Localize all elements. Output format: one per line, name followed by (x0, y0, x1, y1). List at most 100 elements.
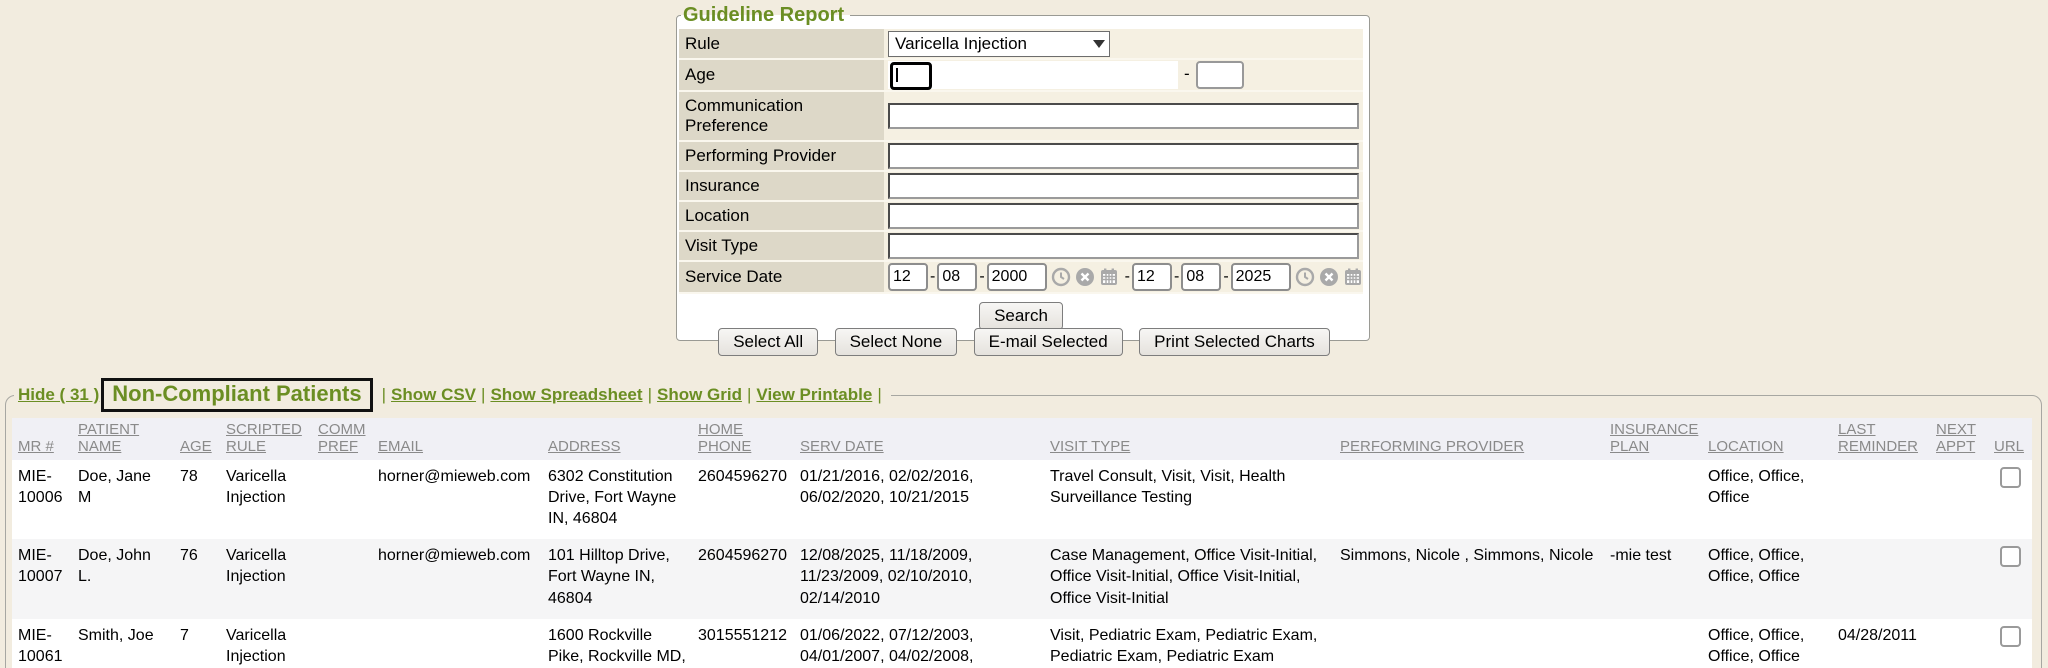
rule-select-value: Varicella Injection (895, 34, 1027, 54)
cell-reminder (1832, 460, 1930, 539)
column-header-comm-pref[interactable]: COMM PREF (312, 418, 372, 460)
column-header-serv-date[interactable]: SERV DATE (794, 418, 1044, 460)
row-select-checkbox[interactable] (2000, 546, 2021, 567)
cell-phone: 2604596270 (692, 460, 794, 539)
cell-location: Office, Office, Office, Office (1702, 539, 1832, 618)
service-date-to-year[interactable] (1231, 263, 1291, 291)
column-header-age[interactable]: AGE (174, 418, 220, 460)
column-header-location[interactable]: LOCATION (1702, 418, 1832, 460)
insurance-field[interactable] (888, 173, 1359, 199)
cell-insurance (1604, 460, 1702, 539)
location-field[interactable] (888, 203, 1359, 229)
select-none-button[interactable]: Select None (835, 328, 958, 356)
column-header-visit-type[interactable]: VISIT TYPE (1044, 418, 1334, 460)
column-header-patient-name[interactable]: PATIENT NAME (72, 418, 174, 460)
row-select-checkbox[interactable] (2000, 467, 2021, 488)
visit-type-label: Visit Type (679, 231, 884, 261)
view-printable-link[interactable]: View Printable (756, 385, 872, 405)
table-row: MIE-10007Doe, John L.76Varicella Injecti… (12, 539, 2032, 618)
column-header-last-reminder[interactable]: LAST REMINDER (1832, 418, 1930, 460)
cell-location: Office, Office, Office (1702, 460, 1832, 539)
show-grid-link[interactable]: Show Grid (657, 385, 742, 405)
calendar-icon[interactable] (1099, 267, 1119, 287)
section-legend: Hide ( 31 ) Non-Compliant Patients | Sho… (14, 378, 891, 412)
cell-name: Doe, John L. (72, 539, 174, 618)
date-separator: - (1223, 268, 1228, 285)
date-range-separator: - (1125, 268, 1130, 285)
non-compliant-patients-section: Hide ( 31 ) Non-Compliant Patients | Sho… (5, 378, 2042, 668)
cell-email (372, 619, 542, 668)
selection-actions: Select All Select None E-mail Selected P… (0, 328, 2048, 356)
calendar-icon[interactable] (1343, 267, 1363, 287)
cell-provider (1334, 460, 1604, 539)
cell-phone: 2604596270 (692, 539, 794, 618)
communication-preference-label: Communication Preference (679, 91, 884, 141)
age-label: Age (679, 59, 884, 91)
cell-email: horner@mieweb.com (372, 539, 542, 618)
cell-next (1930, 539, 1988, 618)
table-row: MIE-10061Smith, Joe7Varicella Injection1… (12, 619, 2032, 668)
guideline-form-table: Rule Varicella Injection Age - Communica… (679, 29, 1363, 294)
cell-comm (312, 460, 372, 539)
cell-visit: Visit, Pediatric Exam, Pediatric Exam, P… (1044, 619, 1334, 668)
communication-preference-field[interactable] (888, 103, 1359, 129)
service-date-from-day[interactable] (937, 263, 977, 291)
search-button[interactable]: Search (979, 302, 1063, 330)
service-date-from-year[interactable] (987, 263, 1047, 291)
cell-rule: Varicella Injection (220, 539, 312, 618)
cell-serv: 01/06/2022, 07/12/2003, 04/01/2007, 04/0… (794, 619, 1044, 668)
column-header-address[interactable]: ADDRESS (542, 418, 692, 460)
performing-provider-label: Performing Provider (679, 141, 884, 171)
show-csv-link[interactable]: Show CSV (391, 385, 476, 405)
cell-visit: Travel Consult, Visit, Visit, Health Sur… (1044, 460, 1334, 539)
email-selected-button[interactable]: E-mail Selected (974, 328, 1123, 356)
print-selected-charts-button[interactable]: Print Selected Charts (1139, 328, 1330, 356)
age-min-field[interactable] (890, 62, 932, 90)
clock-icon[interactable] (1295, 267, 1315, 287)
chevron-down-icon (1093, 40, 1105, 48)
column-header-insurance-plan[interactable]: INSURANCE PLAN (1604, 418, 1702, 460)
cell-visit: Case Management, Office Visit-Initial, O… (1044, 539, 1334, 618)
patients-table: MR # PATIENT NAME AGE SCRIPTED RULE COMM… (12, 418, 2032, 668)
cell-address: 1600 Rockville Pike, Rockville MD, 55555 (542, 619, 692, 668)
select-all-button[interactable]: Select All (718, 328, 818, 356)
cell-mr: MIE-10007 (12, 539, 72, 618)
cell-location: Office, Office, Office, Office (1702, 619, 1832, 668)
clear-icon[interactable] (1075, 267, 1095, 287)
rule-label: Rule (679, 29, 884, 59)
performing-provider-field[interactable] (888, 143, 1359, 169)
column-header-performing-provider[interactable]: PERFORMING PROVIDER (1334, 418, 1604, 460)
show-spreadsheet-link[interactable]: Show Spreadsheet (490, 385, 642, 405)
cell-provider: Simmons, Nicole , Simmons, Nicole (1334, 539, 1604, 618)
cell-url (1988, 539, 2032, 618)
location-label: Location (679, 201, 884, 231)
age-min-cell (888, 61, 1178, 89)
cell-name: Doe, Jane M (72, 460, 174, 539)
column-header-scripted-rule[interactable]: SCRIPTED RULE (220, 418, 312, 460)
column-header-next-appt[interactable]: NEXT APPT (1930, 418, 1988, 460)
cell-address: 101 Hilltop Drive, Fort Wayne IN, 46804 (542, 539, 692, 618)
service-date-to-month[interactable] (1132, 263, 1172, 291)
service-date-from-month[interactable] (888, 263, 928, 291)
rule-select[interactable]: Varicella Injection (888, 31, 1110, 57)
column-header-mr[interactable]: MR # (12, 418, 72, 460)
hide-link[interactable]: Hide ( 31 ) (18, 385, 99, 405)
search-row: Search (679, 294, 1363, 332)
age-range-separator: - (1184, 64, 1190, 84)
cell-reminder: 04/28/2011 (1832, 619, 1930, 668)
column-header-home-phone[interactable]: HOME PHONE (692, 418, 794, 460)
column-header-email[interactable]: EMAIL (372, 418, 542, 460)
column-header-url[interactable]: URL (1988, 418, 2032, 460)
clock-icon[interactable] (1051, 267, 1071, 287)
clear-icon[interactable] (1319, 267, 1339, 287)
service-date-to-day[interactable] (1181, 263, 1221, 291)
cell-age: 76 (174, 539, 220, 618)
age-max-field[interactable] (1196, 61, 1244, 89)
cell-age: 7 (174, 619, 220, 668)
section-title: Non-Compliant Patients (101, 378, 372, 412)
legend-separator: | (648, 385, 652, 405)
row-select-checkbox[interactable] (2000, 626, 2021, 647)
cell-phone: 3015551212 (692, 619, 794, 668)
cell-comm (312, 539, 372, 618)
visit-type-field[interactable] (888, 233, 1359, 259)
